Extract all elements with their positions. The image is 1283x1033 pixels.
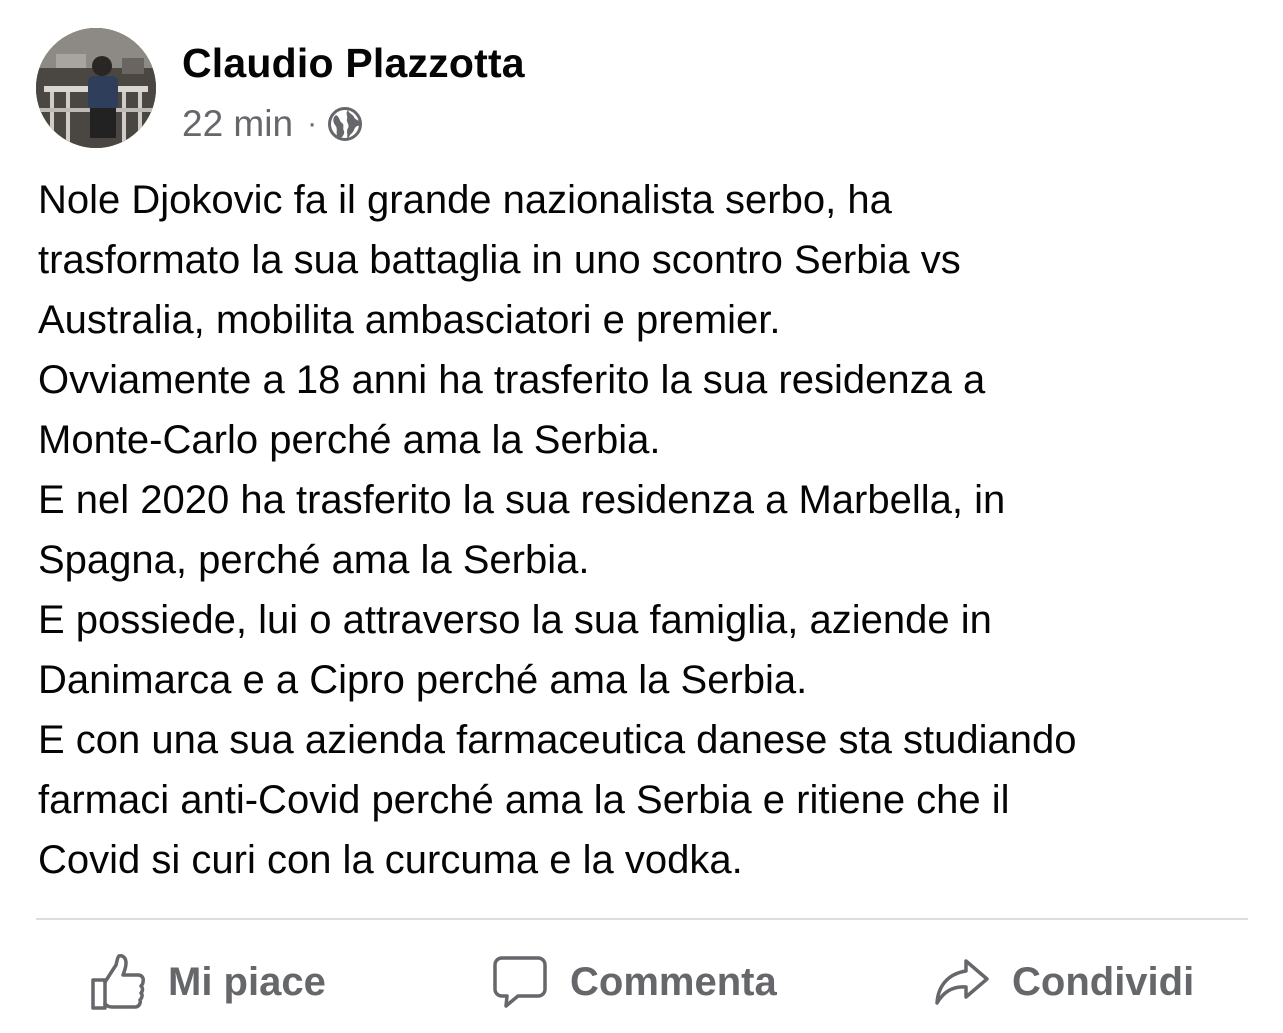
avatar[interactable]	[36, 28, 156, 148]
comment-button[interactable]: Commenta	[492, 940, 777, 1024]
post-text-line: trasformato la sua battaglia in uno scon…	[38, 238, 961, 282]
post-text-line: Australia, mobilita ambasciatori e premi…	[38, 298, 781, 342]
globe-icon[interactable]	[327, 106, 363, 142]
post-text: Nole Djokovic fa il grande nazionalista …	[38, 170, 1258, 890]
like-button[interactable]: Mi piace	[90, 940, 326, 1024]
post-header: Claudio Plazzotta 22 min ·	[36, 22, 1236, 148]
author-name[interactable]: Claudio Plazzotta	[182, 40, 525, 87]
post-text-line: E con una sua azienda farmaceutica danes…	[38, 718, 1077, 762]
post-text-line: E nel 2020 ha trasferito la sua residenz…	[38, 478, 1006, 522]
share-button[interactable]: Condividi	[934, 940, 1194, 1024]
comment-label: Commenta	[570, 959, 777, 1004]
share-arrow-icon	[935, 959, 989, 1005]
post-text-line: Nole Djokovic fa il grande nazionalista …	[38, 178, 892, 222]
post-text-line: Danimarca e a Cipro perché ama la Serbia…	[38, 658, 808, 702]
post-text-line: Covid si curi con la curcuma e la vodka.	[38, 838, 743, 882]
comment-bubble-icon	[493, 956, 547, 1008]
post-text-line: Monte-Carlo perché ama la Serbia.	[38, 418, 661, 462]
post-text-line: farmaci anti-Covid perché ama la Serbia …	[38, 778, 1010, 822]
post-text-line: Spagna, perché ama la Serbia.	[38, 538, 590, 582]
post-text-line: E possiede, lui o attraverso la sua fami…	[38, 598, 992, 642]
thumbs-up-icon	[91, 954, 145, 1010]
profile-photo	[36, 28, 156, 148]
divider	[36, 918, 1248, 920]
post-actions: Mi piace Commenta Condividi	[0, 940, 1283, 1024]
share-label: Condividi	[1012, 959, 1195, 1004]
post-timestamp[interactable]: 22 min	[182, 103, 293, 145]
post-meta: 22 min ·	[182, 102, 363, 146]
like-label: Mi piace	[168, 959, 326, 1004]
post-text-line: Ovviamente a 18 anni ha trasferito la su…	[38, 358, 986, 402]
meta-separator: ·	[307, 107, 318, 140]
